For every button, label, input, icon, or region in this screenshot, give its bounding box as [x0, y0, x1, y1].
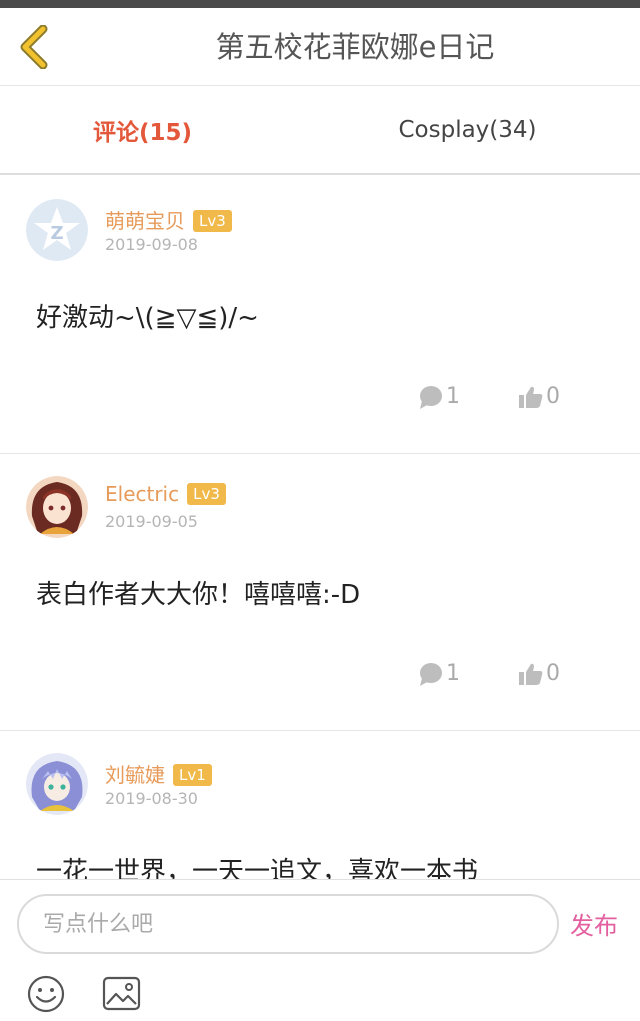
avatar[interactable]: [26, 476, 88, 538]
comment-date: 2019-08-30: [105, 789, 198, 808]
image-icon: [102, 976, 141, 1011]
thumbs-up-icon: [519, 386, 543, 408]
comment-input[interactable]: [17, 894, 559, 954]
level-badge: Lv3: [187, 483, 226, 505]
tab-bar: 评论(15) Cosplay(34): [0, 87, 640, 175]
username[interactable]: 萌萌宝贝 Lv3: [105, 205, 232, 234]
level-badge: Lv3: [193, 210, 232, 232]
comment-actions: 1 0: [418, 384, 560, 409]
like-button[interactable]: 0: [518, 384, 560, 409]
username-text: 萌萌宝贝: [105, 209, 185, 233]
username[interactable]: 刘毓婕 Lv1: [105, 759, 212, 788]
reply-count: 1: [446, 384, 460, 409]
chevron-left-icon: [20, 25, 48, 69]
svg-text:Z: Z: [50, 223, 63, 244]
smiley-icon: [27, 975, 65, 1013]
comment-date: 2019-09-08: [105, 235, 198, 254]
comment-item: Z 萌萌宝贝 Lv3 2019-09-08 好激动~\(≧▽≦)/~ 1 0: [0, 177, 640, 454]
emoji-button[interactable]: [26, 974, 66, 1018]
page-title: 第五校花菲欧娜e日记: [215, 30, 495, 64]
comment-text: 一花一世界，一天一追文，喜欢一本书: [36, 857, 479, 879]
comment-text: 表白作者大大你！嘻嘻嘻:-D: [36, 580, 361, 610]
comment-date: 2019-09-05: [105, 512, 198, 531]
like-button[interactable]: 0: [518, 661, 560, 686]
image-button[interactable]: [102, 975, 142, 1017]
username-text: Electric: [105, 482, 180, 506]
comment-composer: 发布: [0, 879, 640, 1021]
avatar[interactable]: Z: [26, 199, 88, 261]
comment-list[interactable]: Z 萌萌宝贝 Lv3 2019-09-08 好激动~\(≧▽≦)/~ 1 0 E…: [0, 177, 640, 879]
tab-cosplay[interactable]: Cosplay(34): [325, 87, 640, 173]
like-count: 0: [546, 661, 560, 686]
header: 第五校花菲欧娜e日记: [0, 8, 640, 86]
like-count: 0: [546, 384, 560, 409]
comment-item: 刘毓婕 Lv1 2019-08-30 一花一世界，一天一追文，喜欢一本书: [0, 731, 640, 879]
publish-button[interactable]: 发布: [570, 906, 618, 941]
back-button[interactable]: [8, 20, 60, 74]
comment-item: Electric Lv3 2019-09-05 表白作者大大你！嘻嘻嘻:-D 1 …: [0, 454, 640, 731]
thumbs-up-icon: [519, 663, 543, 685]
reply-button[interactable]: 1: [418, 384, 460, 409]
comment-actions: 1 0: [418, 661, 560, 686]
comment-text: 好激动~\(≧▽≦)/~: [36, 303, 259, 333]
username[interactable]: Electric Lv3: [105, 482, 226, 506]
avatar[interactable]: [26, 753, 88, 815]
username-text: 刘毓婕: [105, 763, 165, 787]
reply-button[interactable]: 1: [418, 661, 460, 686]
speech-bubble-icon: [420, 662, 442, 686]
tab-comments[interactable]: 评论(15): [0, 87, 325, 173]
speech-bubble-icon: [420, 385, 442, 409]
reply-count: 1: [446, 661, 460, 686]
level-badge: Lv1: [173, 764, 212, 786]
status-bar: [0, 0, 640, 8]
